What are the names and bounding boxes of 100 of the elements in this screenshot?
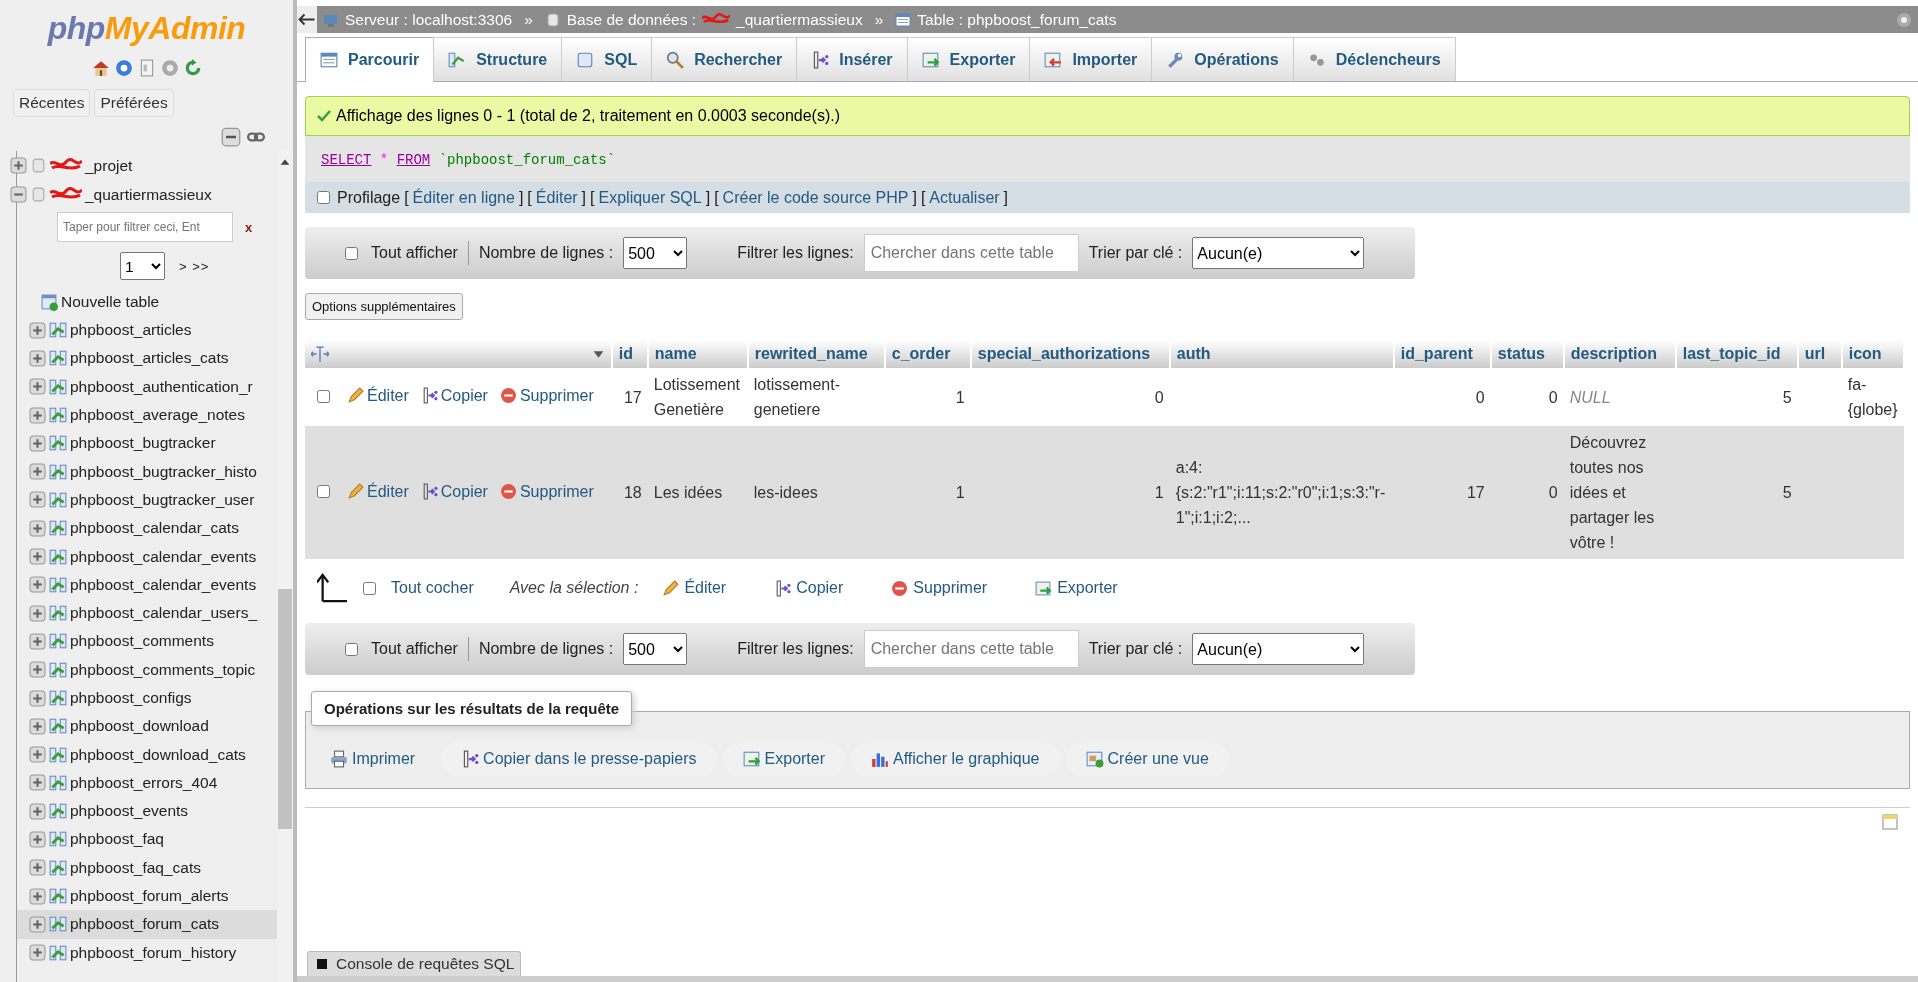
expand-icon[interactable] (29, 859, 46, 877)
row-checkbox[interactable] (317, 389, 330, 403)
expand-icon[interactable] (29, 746, 46, 764)
scrollbar-thumb[interactable] (278, 589, 292, 829)
column-header[interactable]: name (647, 340, 748, 368)
rows-select[interactable]: 500 (623, 633, 688, 665)
clear-button[interactable]: x (233, 219, 265, 235)
link[interactable]: Éditer en ligne (412, 188, 515, 207)
table-item[interactable]: phpboost_bugtracker_user (17, 485, 277, 515)
page-select[interactable]: 1 (120, 252, 165, 280)
check-all-checkbox[interactable] (363, 581, 376, 595)
column-arrows-icon[interactable] (311, 345, 329, 363)
expand-icon[interactable] (29, 802, 46, 820)
home-icon[interactable] (91, 59, 110, 77)
tab[interactable]: Insérer (796, 37, 908, 81)
table-item[interactable]: phpboost_events (17, 797, 277, 826)
tab[interactable]: Déclencheurs (1292, 37, 1456, 81)
table-item[interactable]: phpboost_forum_history (17, 938, 277, 967)
show-all-checkbox[interactable] (345, 642, 358, 656)
table-item[interactable]: phpboost_average_notes (17, 400, 277, 430)
table-item[interactable]: phpboost_calendar_cats (17, 514, 277, 543)
row-action-link[interactable]: Copier (420, 383, 488, 408)
table-item[interactable]: phpboost_errors_404 (17, 768, 277, 798)
link[interactable]: Actualiser (929, 188, 1000, 207)
table-item[interactable]: phpboost_articles_cats (17, 344, 277, 373)
table-item[interactable]: phpboost_configs (17, 683, 277, 713)
tab[interactable]: Importer (1029, 37, 1153, 81)
link[interactable]: Éditer (535, 188, 578, 207)
table-item[interactable]: phpboost_forum_alerts (17, 881, 277, 911)
row-action-link[interactable]: Éditer (347, 383, 409, 408)
row-checkbox[interactable] (317, 485, 330, 498)
expand-icon[interactable] (29, 321, 46, 339)
expand-icon[interactable] (29, 463, 46, 481)
sidebar-button[interactable]: Récentes (13, 89, 91, 117)
expand-icon[interactable] (29, 548, 46, 565)
expand-icon[interactable] (29, 887, 46, 905)
bulk-action-link[interactable]: Copier (774, 579, 844, 597)
filter-field[interactable]: Taper pour filtrer ceci, Ent (57, 212, 233, 242)
link[interactable]: Créer le code source PHP (722, 188, 909, 207)
expand-icon[interactable] (29, 915, 46, 933)
column-header[interactable]: last_topic_id (1675, 340, 1798, 368)
rows-select[interactable]: 500 (623, 237, 688, 269)
row-action-link[interactable]: Supprimer (499, 478, 594, 504)
options-button[interactable]: Options supplémentaires (305, 293, 463, 320)
check-all-link[interactable]: Tout cocher (391, 579, 474, 597)
row-action-link[interactable]: Supprimer (499, 383, 594, 408)
database-name[interactable]: _projet (85, 156, 133, 175)
page-navigation[interactable]: > >> (179, 258, 210, 274)
database-name[interactable]: _quartiermassieux (85, 185, 212, 204)
row-action-link[interactable]: Éditer (347, 478, 409, 504)
expand-icon[interactable] (29, 717, 46, 735)
expand-icon[interactable] (29, 689, 46, 707)
tab[interactable]: Exporter (906, 37, 1031, 81)
expand-icon[interactable] (29, 378, 46, 396)
column-header[interactable]: id_parent (1393, 340, 1491, 368)
table-item[interactable]: phpboost_faq_cats (17, 853, 277, 882)
table-item[interactable]: phpboost_faq (17, 825, 277, 854)
reload-icon[interactable] (183, 59, 202, 77)
bulk-action-link[interactable]: Éditer (662, 579, 727, 597)
expand-icon[interactable] (29, 831, 46, 848)
table-item[interactable]: phpboost_calendar_events (17, 570, 277, 599)
column-header[interactable]: rewrited_name (747, 340, 885, 368)
column-header[interactable]: icon (1841, 340, 1904, 368)
settings-icon[interactable] (1896, 11, 1912, 28)
expand-icon[interactable] (29, 519, 46, 537)
expand-icon[interactable] (29, 576, 46, 594)
help-icon[interactable] (114, 59, 133, 77)
expand-icon[interactable] (29, 491, 46, 509)
tab[interactable]: Structure (433, 37, 563, 81)
tab[interactable]: SQL (561, 37, 653, 81)
console-tab[interactable]: Console de requêtes SQL (307, 951, 522, 976)
expand-icon[interactable] (29, 604, 46, 622)
expand-icon[interactable] (29, 774, 46, 792)
filter-field[interactable]: Chercher dans cette table (863, 234, 1079, 272)
expand-icon[interactable] (29, 434, 46, 452)
profiling-checkbox[interactable] (317, 191, 330, 204)
table-item[interactable]: phpboost_download_cats (17, 740, 277, 769)
column-header[interactable]: c_order (884, 340, 971, 368)
table-item[interactable]: phpboost_bugtracker (17, 429, 277, 458)
filter-field[interactable]: Chercher dans cette table (863, 630, 1079, 668)
table-item[interactable]: phpboost_calendar_users_ (17, 598, 277, 628)
operation-button[interactable]: Imprimer (326, 742, 436, 776)
link[interactable]: Expliquer SQL (598, 188, 702, 207)
expand-icon[interactable] (10, 157, 27, 174)
column-header[interactable]: special_authorizations (970, 340, 1170, 368)
row-action-link[interactable]: Copier (420, 478, 488, 504)
collapse-icon[interactable] (10, 186, 27, 203)
column-header[interactable]: id (611, 340, 648, 368)
expand-icon[interactable] (29, 349, 46, 367)
logo[interactable]: phpMyAdmin (47, 10, 246, 47)
sort-select[interactable]: Aucun(e) (1192, 633, 1365, 665)
new-table-icon[interactable] (41, 293, 58, 311)
table-item[interactable]: phpboost_forum_cats (17, 910, 277, 939)
sort-select[interactable]: Aucun(e) (1192, 237, 1365, 269)
sidebar-button[interactable]: Préférées (94, 89, 174, 117)
table-item[interactable]: phpboost_articles (17, 316, 277, 345)
column-header[interactable]: auth (1169, 340, 1394, 368)
table-item[interactable]: phpboost_calendar_events (17, 542, 277, 571)
expand-icon[interactable] (29, 944, 46, 962)
column-header[interactable]: status (1490, 340, 1564, 368)
